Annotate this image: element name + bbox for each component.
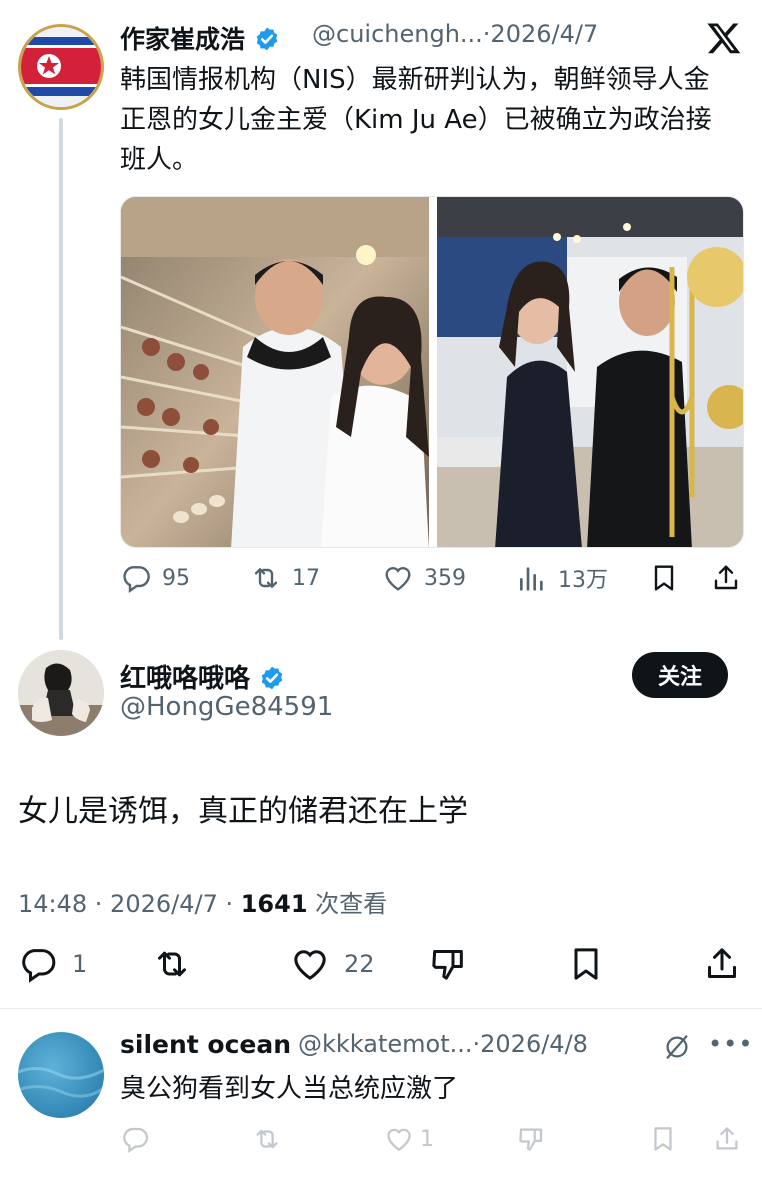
repost-icon bbox=[256, 1129, 278, 1149]
reply-action-bar: 1 22 bbox=[18, 944, 744, 992]
avatar-cuichengh[interactable] bbox=[18, 24, 104, 110]
quoted-handle[interactable]: @cuichengh... bbox=[312, 20, 483, 48]
reply-handle[interactable]: @HongGe84591 bbox=[120, 692, 333, 722]
share-icon bbox=[716, 1127, 738, 1150]
like-button[interactable]: 22 bbox=[290, 944, 375, 984]
reply-button[interactable]: 95 bbox=[120, 562, 190, 594]
third-tweet-text: 臭公狗看到女人当总统应激了 bbox=[120, 1074, 459, 1104]
media-grid[interactable] bbox=[120, 196, 744, 548]
repost-count: 17 bbox=[292, 565, 320, 591]
quoted-author-name[interactable]: 作家崔成浩 bbox=[120, 20, 280, 56]
reply-icon bbox=[123, 1127, 148, 1154]
tweet-meta: 14:48 · 2026/4/7 · 1641 次查看 bbox=[18, 884, 387, 919]
like-count: 22 bbox=[344, 950, 375, 978]
bookmark-button[interactable] bbox=[648, 562, 690, 594]
share-button[interactable] bbox=[712, 1124, 748, 1154]
dislike-button[interactable] bbox=[428, 944, 482, 984]
share-button[interactable] bbox=[702, 944, 756, 984]
like-icon bbox=[385, 567, 411, 591]
repost-button[interactable] bbox=[152, 944, 206, 984]
bookmark-button[interactable] bbox=[566, 944, 620, 984]
reply-icon bbox=[123, 566, 150, 593]
dislike-icon bbox=[519, 1128, 543, 1151]
repost-button[interactable] bbox=[252, 1124, 288, 1154]
avatar-kkkatemot[interactable] bbox=[18, 1032, 104, 1118]
bookmark-icon bbox=[574, 948, 598, 980]
quoted-date[interactable]: ·2026/4/7 bbox=[483, 20, 598, 48]
like-count: 359 bbox=[424, 565, 466, 591]
like-button[interactable]: 1 bbox=[384, 1124, 434, 1154]
follow-button[interactable]: 关注 bbox=[632, 652, 728, 698]
reply-button[interactable] bbox=[120, 1124, 156, 1154]
tweet-timestamp[interactable]: 14:48 · 2026/4/7 · bbox=[18, 890, 241, 918]
third-handle-date: @kkkatemot...·2026/4/8 bbox=[298, 1030, 588, 1058]
views-button[interactable]: 13万 bbox=[516, 562, 608, 594]
more-icon[interactable]: ••• bbox=[708, 1030, 753, 1058]
third-author-name[interactable]: silent ocean bbox=[120, 1030, 291, 1059]
share-icon bbox=[708, 948, 736, 978]
like-icon bbox=[387, 1128, 411, 1151]
tweet-divider bbox=[0, 1008, 762, 1009]
repost-button[interactable]: 17 bbox=[250, 562, 320, 594]
quoted-handle-date: @cuichengh...·2026/4/7 bbox=[312, 20, 598, 48]
like-icon bbox=[294, 950, 326, 980]
bookmark-icon bbox=[654, 565, 674, 591]
reply-count: 1 bbox=[72, 950, 88, 978]
photo-poultry-farm[interactable] bbox=[121, 197, 429, 547]
quoted-author-name-text: 作家崔成浩 bbox=[120, 25, 246, 54]
views-icon bbox=[520, 567, 543, 591]
reply-count: 95 bbox=[162, 565, 190, 591]
view-count: 1641 bbox=[240, 890, 308, 918]
reply-tweet-text: 女儿是诱饵，真正的储君还在上学 bbox=[18, 794, 468, 829]
share-button[interactable] bbox=[710, 562, 752, 594]
reply-author-name-text: 红哦咯哦咯 bbox=[120, 664, 251, 694]
reply-icon bbox=[22, 949, 56, 983]
x-logo-icon[interactable] bbox=[706, 20, 742, 56]
verified-icon bbox=[261, 666, 283, 690]
view-count-label: 次查看 bbox=[307, 890, 388, 918]
reply-button[interactable]: 1 bbox=[18, 944, 87, 984]
dislike-icon bbox=[432, 950, 463, 980]
bookmark-button[interactable] bbox=[648, 1124, 684, 1154]
share-icon bbox=[714, 565, 738, 590]
grok-icon[interactable] bbox=[662, 1032, 692, 1062]
quoted-action-bar: 95 17 359 13万 bbox=[120, 562, 744, 602]
photo-instrument-factory[interactable] bbox=[437, 197, 743, 547]
views-count: 13万 bbox=[558, 568, 608, 593]
like-count: 1 bbox=[420, 1126, 434, 1152]
thread-connector-line bbox=[59, 118, 63, 640]
reply-author-name[interactable]: 红哦咯哦咯 bbox=[120, 658, 285, 695]
bookmark-icon bbox=[654, 1127, 672, 1151]
dislike-button[interactable] bbox=[516, 1124, 552, 1154]
avatar-honggе84591[interactable] bbox=[18, 650, 104, 736]
like-button[interactable]: 359 bbox=[382, 562, 466, 594]
repost-icon bbox=[254, 568, 278, 588]
verified-icon bbox=[256, 27, 278, 51]
quoted-tweet-text: 韩国情报机构（NIS）最新研判认为，朝鲜领导人金正恩的女儿金主爱（Kim Ju … bbox=[120, 65, 712, 175]
repost-icon bbox=[158, 951, 186, 977]
third-date[interactable]: ·2026/4/8 bbox=[473, 1030, 588, 1058]
third-action-bar: 1 bbox=[120, 1124, 744, 1160]
third-handle[interactable]: @kkkatemot... bbox=[298, 1030, 473, 1058]
